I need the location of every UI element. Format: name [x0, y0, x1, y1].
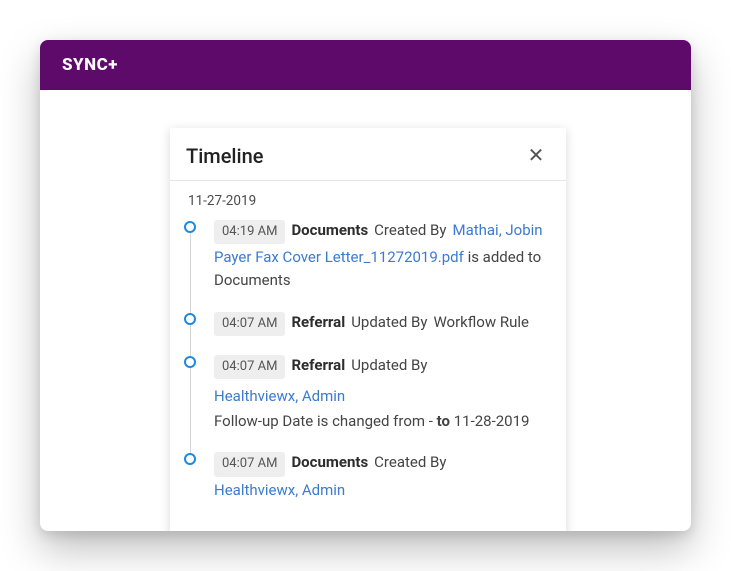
panel-body[interactable]: 11-27-2019 04:19 AM Documents Created By… [170, 181, 566, 531]
detail-bold: to [437, 412, 450, 430]
category-label: Documents [291, 451, 368, 474]
panel-header: Timeline ✕ [170, 128, 566, 181]
action-text: Created By [374, 219, 446, 242]
document-link[interactable]: Payer Fax Cover Letter_11272019.pdf [214, 248, 464, 266]
close-icon: ✕ [528, 146, 545, 166]
actor-link[interactable]: Healthviewx, Admin [214, 385, 345, 408]
time-badge: 04:07 AM [214, 452, 285, 476]
action-text: Created By [374, 451, 446, 474]
detail-pre: Follow-up Date is changed from - [214, 412, 437, 430]
timeline-summary: 04:07 AM Referral Updated By Workflow Ru… [214, 311, 552, 336]
timeline-marker-icon [184, 453, 196, 465]
app-window: SYNC+ Timeline ✕ 11-27-2019 04:19 AM Doc… [40, 40, 691, 531]
panel-title: Timeline [186, 144, 263, 168]
timeline-marker-icon [184, 356, 196, 368]
timeline-detail: Healthviewx, Admin [214, 479, 552, 502]
time-badge: 04:07 AM [214, 312, 285, 336]
close-button[interactable]: ✕ [522, 142, 550, 170]
actor-link[interactable]: Mathai, Jobin [452, 219, 542, 242]
timeline-summary: 04:07 AM Referral Updated By Healthviewx… [214, 354, 552, 408]
timeline-summary: 04:07 AM Documents Created By [214, 451, 552, 476]
category-label: Documents [291, 219, 368, 242]
timeline-panel: Timeline ✕ 11-27-2019 04:19 AM Documents… [170, 128, 566, 531]
timeline-detail: Follow-up Date is changed from - to 11-2… [214, 410, 552, 433]
timeline-item: 04:07 AM Documents Created By Healthview… [184, 451, 552, 519]
app-brand: SYNC+ [62, 55, 118, 75]
timeline-marker-icon [184, 313, 196, 325]
actor-link[interactable]: Healthviewx, Admin [214, 481, 345, 499]
actor-text: Workflow Rule [433, 311, 529, 334]
timeline-item: 04:07 AM Referral Updated By Healthviewx… [184, 354, 552, 452]
category-label: Referral [291, 354, 345, 377]
action-text: Updated By [351, 354, 427, 377]
timeline-connector [190, 368, 191, 460]
timeline-detail: Payer Fax Cover Letter_11272019.pdf is a… [214, 246, 552, 293]
timeline-item: 04:07 AM Referral Updated By Workflow Ru… [184, 311, 552, 354]
category-label: Referral [291, 311, 345, 334]
action-text: Updated By [351, 311, 427, 334]
time-badge: 04:07 AM [214, 355, 285, 379]
timeline-marker-icon [184, 221, 196, 233]
timeline-connector [190, 233, 191, 319]
timeline-date: 11-27-2019 [184, 187, 552, 219]
detail-post: 11-28-2019 [450, 412, 529, 430]
timeline-item: 04:19 AM Documents Created By Mathai, Jo… [184, 219, 552, 311]
app-header: SYNC+ [40, 40, 691, 90]
time-badge: 04:19 AM [214, 220, 285, 244]
timeline-summary: 04:19 AM Documents Created By Mathai, Jo… [214, 219, 552, 244]
